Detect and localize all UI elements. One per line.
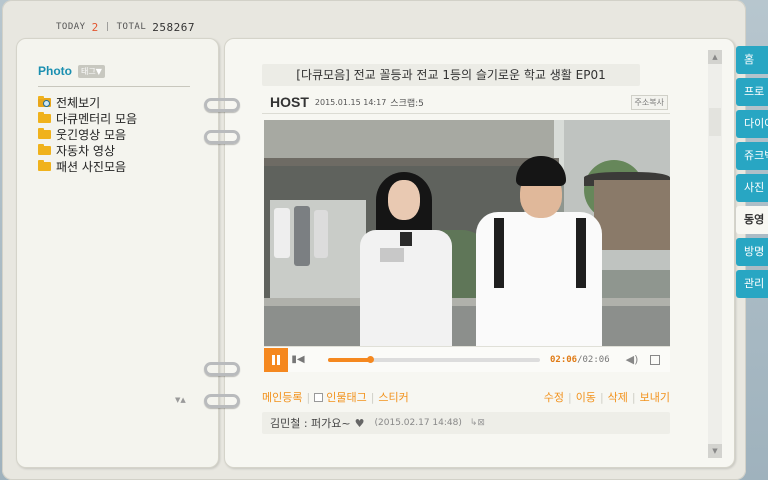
heart-icon: ♥ [354,416,365,430]
scroll-up-icon[interactable]: ▲ [708,50,722,64]
post-actions: 메인등록 | 인물태그 | 스티커 수정 | 이동 | 삭제 | 보내기 [262,389,670,405]
counter-separator: | [104,22,111,32]
action-separator: | [306,390,311,404]
folder-item-fashion[interactable]: 패션 사진모음 [38,158,137,174]
volume-icon[interactable]: ◀) [626,353,639,366]
scroll-down-icon[interactable]: ▼ [708,444,722,458]
tab-diary[interactable]: 다이어 [736,110,768,138]
sidebar-header: Photo 태그▼ [38,64,105,78]
tab-profile[interactable]: 프로 [736,78,768,106]
folder-item-funny[interactable]: 웃긴영상 모음 [38,126,137,142]
action-separator: | [599,390,604,404]
folder-list: 전체보기 다큐멘터리 모음 웃긴영상 모음 자동차 영상 패션 사진모음 [38,94,137,174]
binder-rings [204,0,240,480]
tab-admin[interactable]: 관리 [736,270,768,298]
search-folder-icon [38,95,51,107]
binder-ring [204,130,240,144]
folder-label: 전체보기 [56,95,101,110]
person-tag-link[interactable]: 인물태그 [326,389,366,405]
post-title: [다큐모음] 전교 꼴등과 전교 1등의 슬기로운 학교 생활 EP01 [262,64,640,86]
total-time: 02:06 [582,354,610,365]
sidebar-scroll-arrows[interactable]: ▼▲ [175,396,186,404]
meta-divider [262,113,670,114]
seek-handle[interactable] [367,355,375,363]
folder-label: 패션 사진모음 [56,159,127,174]
pause-icon [272,354,275,365]
current-time: 02:06 [550,354,578,365]
tab-video[interactable]: 동영 [736,206,768,234]
folder-label: 자동차 영상 [56,143,116,158]
folder-label: 다큐멘터리 모음 [56,111,138,126]
page-scrollbar[interactable]: ▲ ▼ [708,50,722,458]
person-tag-checkbox[interactable] [314,392,324,402]
time-display: 02:06/02:06 [550,355,610,365]
fullscreen-icon[interactable] [650,354,661,365]
video-scene [380,248,404,262]
tab-home[interactable]: 홈 [736,46,768,74]
video-scene [400,232,412,246]
edit-link[interactable]: 수정 [544,389,564,405]
edit-actions: 수정 | 이동 | 삭제 | 보내기 [544,389,670,405]
video-scene [264,158,559,166]
binder-ring [204,394,240,408]
folder-item-documentary[interactable]: 다큐멘터리 모음 [38,110,137,126]
sidebar-divider [38,86,190,87]
tab-jukebox[interactable]: 쥬크박 [736,142,768,170]
pause-button[interactable] [264,347,288,372]
video-scene [264,120,554,162]
video-scene [264,306,670,346]
today-count: 2 [91,20,99,34]
video-scene [314,210,328,258]
seek-bar-fill [328,357,371,362]
folder-icon [38,111,51,123]
tag-dropdown-button[interactable]: 태그▼ [78,64,105,78]
video-scene [360,230,452,346]
comment-text: 김민철 : 퍼가요~ [270,417,351,430]
delete-link[interactable]: 삭제 [608,389,628,405]
post-date: 2015.01.15 14:17 [314,97,387,107]
player-controls: ▮◀ 02:06/02:06 ◀) [264,346,670,372]
folder-icon [38,143,51,155]
action-separator: | [567,390,572,404]
sidebar-title: Photo [38,64,72,78]
video-scene [388,180,420,220]
seek-bar[interactable] [328,355,540,363]
binder-ring [204,98,240,112]
folder-label: 웃긴영상 모음 [56,127,127,142]
copy-address-button[interactable]: 주소복사 [630,94,668,110]
visitor-counter: TODAY 2 | TOTAL 258267 [56,18,195,36]
scroll-thumb[interactable] [709,108,721,136]
comment-date: (2015.02.17 14:48) [374,418,462,428]
folder-item-all[interactable]: 전체보기 [38,94,137,110]
video-frame[interactable] [264,120,670,346]
post-meta: HOST 2015.01.15 14:17 스크랩:5 주소복사 [270,94,668,110]
total-count: 258267 [152,20,195,34]
main-register-link[interactable]: 메인등록 [262,389,302,405]
move-link[interactable]: 이동 [576,389,596,405]
folder-icon [38,159,51,171]
binder-ring [204,362,240,376]
video-scene [576,218,586,288]
sticker-link[interactable]: 스티커 [378,389,408,405]
folder-icon [38,127,51,139]
video-scene [274,208,290,258]
video-scene [294,206,310,266]
action-separator: | [631,390,636,404]
tab-photo[interactable]: 사진 [736,174,768,202]
menu-tabs: 홈 프로 다이어 쥬크박 사진 동영 방명 관리 [736,46,768,302]
comment-row: 김민철 : 퍼가요~ ♥ (2015.02.17 14:48) ↳⊠ [262,412,670,434]
skip-back-icon[interactable]: ▮◀ [288,348,308,372]
scrap-count: 스크랩:5 [390,98,424,109]
today-label: TODAY [56,22,86,32]
pause-icon [277,354,280,365]
send-link[interactable]: 보내기 [640,389,670,405]
video-scene [594,180,670,250]
post-author: HOST [270,94,309,110]
total-label: TOTAL [116,22,147,32]
reply-icon[interactable]: ↳⊠ [470,418,485,428]
video-scene [494,218,504,288]
tab-guestbook[interactable]: 방명 [736,238,768,266]
action-separator: | [370,390,375,404]
folder-item-car[interactable]: 자동차 영상 [38,142,137,158]
